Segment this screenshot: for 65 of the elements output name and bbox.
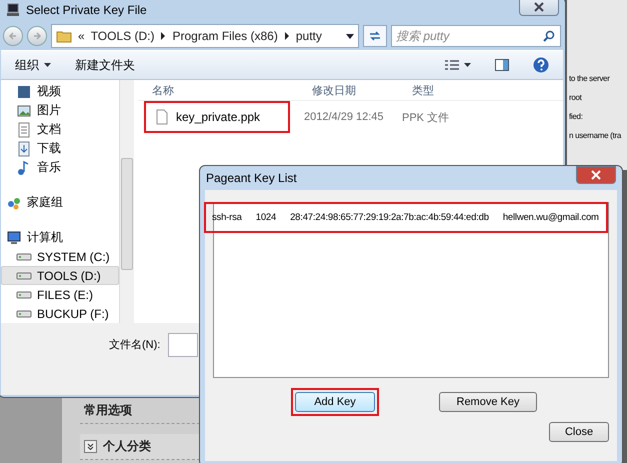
nav-item[interactable]: 家庭组 (1, 193, 119, 212)
toolbar-button[interactable]: 新建文件夹 (73, 54, 137, 76)
nav-item[interactable]: 视频 (1, 82, 119, 101)
chevron-icon (160, 32, 166, 40)
close-dialog-button[interactable]: Close (549, 422, 609, 442)
background-text: fied: (568, 111, 584, 123)
filename-label: 文件名(N): (109, 338, 160, 352)
key-row[interactable]: ssh-rsa 1024 28:47:24:98:65:77:29:19:2a:7b:ac:4b:59:44:ed:db hellwen.wu@gmail.com (204, 202, 608, 233)
type-cell-text: PPK 文件 (401, 110, 450, 124)
dropdown-icon (44, 63, 51, 67)
chevron-icon (84, 440, 97, 453)
nav-item[interactable]: 计算机 (1, 228, 119, 247)
computer-icon (6, 230, 22, 246)
nav-item[interactable]: 音乐 (1, 158, 119, 177)
search-field[interactable]: 搜索 putty (391, 25, 561, 47)
key-button[interactable]: Add Key (295, 392, 375, 412)
file-icon (154, 109, 170, 125)
background-text: to the server (568, 73, 611, 85)
background-text: root (568, 92, 583, 104)
date-cell-text: 2012/4/29 12:45 (303, 111, 385, 123)
nav-item[interactable]: SYSTEM (C:) (1, 247, 119, 266)
close-icon (534, 2, 544, 12)
key-button[interactable]: Remove Key (439, 392, 537, 412)
scroll-thumb[interactable] (121, 158, 133, 270)
section-header: 个人分类 (80, 434, 200, 460)
drive-icon (16, 290, 32, 298)
document-icon (16, 122, 32, 138)
download-icon (16, 140, 32, 156)
nav-item[interactable]: 下载 (1, 139, 119, 158)
window-title: Select Private Key File (26, 3, 148, 17)
help-button[interactable] (531, 55, 551, 75)
window-title: Pageant Key List (206, 171, 298, 185)
help-icon (533, 57, 549, 73)
toolbar-button[interactable]: 组织 (13, 54, 53, 76)
column-header[interactable]: 名称 (152, 82, 300, 98)
background-text: n username (tra (568, 130, 622, 142)
filename-field[interactable] (168, 333, 198, 357)
close-button[interactable] (519, 0, 559, 16)
drive-icon (16, 252, 32, 260)
nav-item[interactable]: 文档 (1, 120, 119, 139)
column-header[interactable]: 类型 (400, 82, 480, 98)
forward-arrow-icon (32, 31, 42, 41)
preview-pane-button[interactable] (493, 57, 511, 73)
drive-icon (16, 310, 32, 318)
refresh-button[interactable] (363, 25, 387, 47)
list-view-icon (445, 59, 459, 71)
picture-icon (16, 102, 32, 118)
search-icon (543, 30, 555, 42)
drive-icon (16, 272, 32, 280)
dropdown-icon (464, 63, 471, 67)
back-arrow-icon (8, 31, 18, 41)
nav-item[interactable]: BUCKUP (F:) (1, 304, 119, 323)
file-item[interactable]: key_private.ppk (144, 101, 290, 133)
scrollbar[interactable] (119, 80, 134, 323)
close-button[interactable] (576, 166, 616, 184)
address-bar[interactable]: « TOOLS (D:) Program Files (x86) putty (51, 24, 359, 48)
nav-item[interactable]: 图片 (1, 101, 119, 120)
column-header[interactable]: 修改日期 (300, 82, 400, 98)
nav-item[interactable]: FILES (E:) (1, 285, 119, 304)
dropdown-icon (346, 34, 354, 38)
close-icon (591, 170, 601, 180)
refresh-icon (368, 30, 382, 42)
preview-pane-icon (495, 59, 509, 71)
chevron-icon (284, 32, 290, 40)
nav-item[interactable]: TOOLS (D:) (1, 266, 119, 285)
